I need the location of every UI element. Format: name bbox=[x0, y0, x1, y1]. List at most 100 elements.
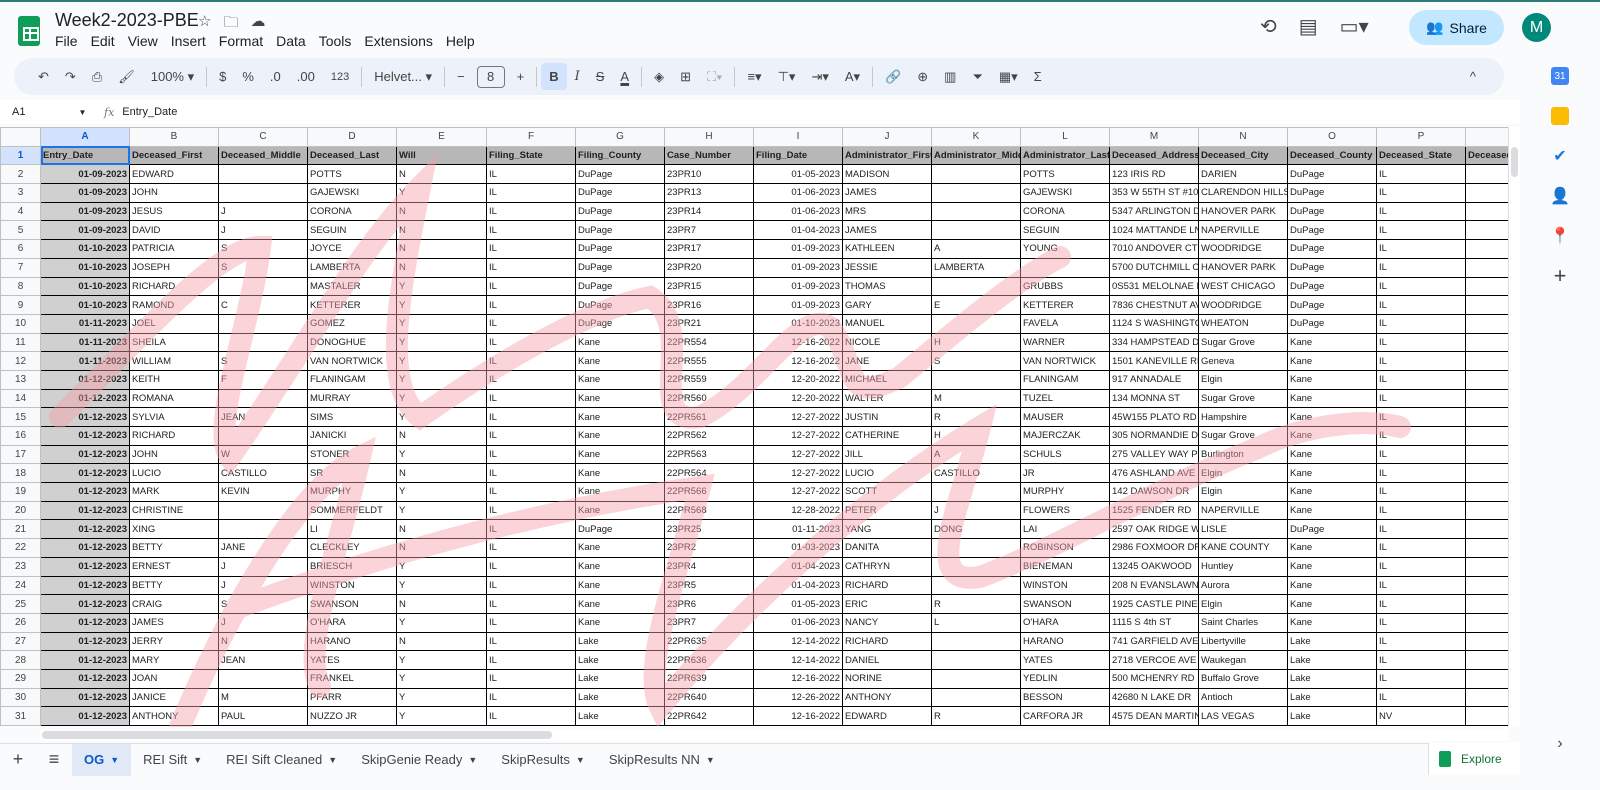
cell[interactable]: 01-12-2023 bbox=[40, 538, 130, 558]
column-header[interactable]: A bbox=[40, 127, 130, 147]
cell[interactable]: IL bbox=[486, 650, 576, 670]
cell[interactable]: Kane bbox=[1287, 332, 1377, 353]
cell[interactable] bbox=[1465, 538, 1508, 558]
cell[interactable]: Y bbox=[396, 556, 487, 577]
cell[interactable]: 22PR560 bbox=[664, 388, 754, 409]
cell[interactable]: Lake bbox=[1287, 706, 1377, 726]
cell[interactable]: Lake bbox=[575, 687, 665, 708]
column-header[interactable]: L bbox=[1020, 127, 1110, 147]
cell[interactable]: R bbox=[931, 594, 1021, 614]
column-title-cell[interactable]: Deceased_County bbox=[1287, 145, 1377, 166]
cell[interactable]: PETER bbox=[842, 500, 932, 521]
cell[interactable]: LUCIO bbox=[129, 463, 219, 484]
cell[interactable]: YATES bbox=[307, 650, 397, 670]
cell[interactable]: Y bbox=[396, 612, 487, 633]
column-header[interactable]: M bbox=[1109, 127, 1199, 147]
cell[interactable]: IL bbox=[1376, 183, 1466, 203]
cell[interactable]: Lake bbox=[575, 668, 665, 689]
cell[interactable]: 23PR7 bbox=[664, 612, 754, 633]
cell[interactable]: NUZZO JR bbox=[307, 706, 397, 726]
cell[interactable]: Elgin bbox=[1198, 463, 1288, 484]
cell[interactable]: CLECKLEY bbox=[307, 538, 397, 558]
cell[interactable]: RICHARD bbox=[842, 575, 932, 596]
column-header[interactable] bbox=[1465, 127, 1508, 147]
cell[interactable] bbox=[1465, 444, 1508, 465]
cell[interactable]: IL bbox=[1376, 351, 1466, 371]
cell[interactable]: Kane bbox=[1287, 556, 1377, 577]
cell[interactable]: IL bbox=[486, 220, 576, 241]
cell[interactable] bbox=[218, 332, 308, 353]
redo-icon[interactable]: ↷ bbox=[57, 69, 84, 85]
cell[interactable]: IL bbox=[486, 594, 576, 614]
cell[interactable]: 01-10-2023 bbox=[40, 276, 130, 297]
row-header[interactable]: 19 bbox=[0, 482, 41, 502]
cell[interactable]: LUCIO bbox=[842, 463, 932, 484]
cell[interactable] bbox=[1465, 463, 1508, 484]
cell[interactable]: H bbox=[931, 332, 1021, 353]
cell[interactable]: JANICE bbox=[129, 687, 219, 708]
cell[interactable] bbox=[931, 556, 1021, 577]
column-header[interactable]: H bbox=[664, 127, 754, 147]
cell[interactable]: 22PR562 bbox=[664, 426, 754, 446]
cell[interactable]: IL bbox=[486, 463, 576, 484]
cell[interactable]: SOMMERFELDT bbox=[307, 500, 397, 521]
cell[interactable]: J bbox=[218, 612, 308, 633]
cell[interactable]: Kane bbox=[575, 594, 665, 614]
cell[interactable]: NAPERVILLE bbox=[1198, 220, 1288, 241]
cell[interactable]: 01-09-2023 bbox=[40, 201, 130, 222]
cell[interactable]: 208 N EVANSLAWN bbox=[1109, 575, 1199, 596]
cell[interactable]: LISLE bbox=[1198, 519, 1288, 540]
cell[interactable]: 1024 MATTANDE LN bbox=[1109, 220, 1199, 241]
cell[interactable]: CATHRYN bbox=[842, 556, 932, 577]
cell[interactable]: Kane bbox=[575, 463, 665, 484]
cell[interactable]: JERRY bbox=[129, 631, 219, 652]
cell[interactable]: WOODRIDGE bbox=[1198, 239, 1288, 259]
cell[interactable]: 01-12-2023 bbox=[40, 388, 130, 409]
cell[interactable]: IL bbox=[1376, 164, 1466, 185]
cell[interactable]: DuPage bbox=[1287, 313, 1377, 334]
cell[interactable]: 01-12-2023 bbox=[40, 407, 130, 427]
cell[interactable]: JANICKI bbox=[307, 426, 397, 446]
cell[interactable]: LAMBERTA bbox=[307, 257, 397, 278]
cell[interactable]: PAUL bbox=[218, 706, 308, 726]
cell[interactable] bbox=[931, 183, 1021, 203]
cell[interactable]: NAPERVILLE bbox=[1198, 500, 1288, 521]
cell[interactable]: 01-12-2023 bbox=[40, 594, 130, 614]
decrease-font-size-button[interactable]: − bbox=[449, 69, 473, 84]
cell[interactable]: Kane bbox=[1287, 426, 1377, 446]
cell[interactable] bbox=[1465, 519, 1508, 540]
cell[interactable]: 12-14-2022 bbox=[753, 650, 843, 670]
cell[interactable]: J bbox=[218, 201, 308, 222]
cell[interactable]: Y bbox=[396, 650, 487, 670]
cell[interactable]: RICHARD bbox=[129, 426, 219, 446]
cell[interactable]: GOMEZ bbox=[307, 313, 397, 334]
cell[interactable]: N bbox=[396, 426, 487, 446]
cell[interactable]: KETTERER bbox=[307, 295, 397, 315]
cell[interactable]: IL bbox=[486, 482, 576, 502]
cell[interactable]: DuPage bbox=[1287, 257, 1377, 278]
cell[interactable]: IL bbox=[1376, 313, 1466, 334]
cell[interactable] bbox=[218, 668, 308, 689]
undo-icon[interactable]: ↶ bbox=[30, 69, 57, 85]
cell[interactable]: DuPage bbox=[1287, 519, 1377, 540]
contacts-icon[interactable]: 👤 bbox=[1550, 187, 1570, 205]
sheet-tab[interactable]: SkipResults NN ▼ bbox=[597, 744, 727, 776]
horizontal-align-icon[interactable]: ≡▾ bbox=[739, 69, 769, 85]
cell[interactable]: N bbox=[396, 538, 487, 558]
cell[interactable]: IL bbox=[486, 426, 576, 446]
cell[interactable]: CASTILLO bbox=[931, 463, 1021, 484]
cell[interactable]: IL bbox=[486, 201, 576, 222]
cell[interactable]: 5700 DUTCHMILL C bbox=[1109, 257, 1199, 278]
cell[interactable]: IL bbox=[486, 351, 576, 371]
cell[interactable]: YOUNG bbox=[1020, 239, 1110, 259]
cell[interactable]: SHEILA bbox=[129, 332, 219, 353]
cell[interactable]: 01-10-2023 bbox=[40, 239, 130, 259]
column-title-cell[interactable]: Deceased_Last bbox=[307, 145, 397, 166]
cell[interactable]: 2986 FOXMOOR DR bbox=[1109, 538, 1199, 558]
cell[interactable]: 01-06-2023 bbox=[753, 183, 843, 203]
cell[interactable]: Y bbox=[396, 407, 487, 427]
cell[interactable]: NV bbox=[1376, 706, 1466, 726]
cell[interactable]: SWANSON bbox=[1020, 594, 1110, 614]
cell[interactable]: BRIESCH bbox=[307, 556, 397, 577]
column-title-cell[interactable]: Filing_State bbox=[486, 145, 576, 166]
